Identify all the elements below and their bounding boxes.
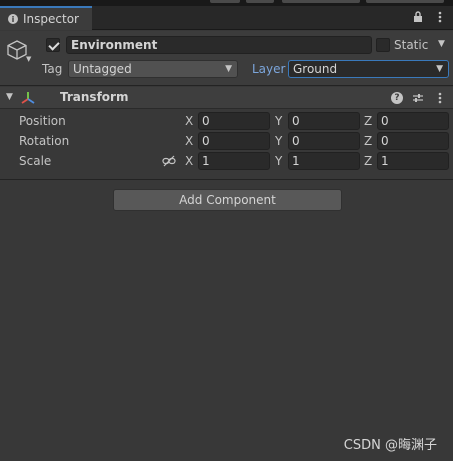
gameobject-header: ▼ Environment Static ▼ Tag Untagged ▼ La… [0, 31, 453, 86]
z-axis-label[interactable]: Z [364, 154, 372, 168]
icon-dropdown-arrow-icon[interactable]: ▼ [26, 55, 31, 63]
rotation-row: Rotation X 0 Y 0 Z 0 [0, 131, 453, 151]
active-checkbox[interactable] [46, 38, 60, 52]
transform-component-header[interactable]: ▼ Transform ? [0, 87, 453, 109]
y-axis-label[interactable]: Y [275, 154, 282, 168]
add-component-button[interactable]: Add Component [113, 189, 342, 211]
x-axis-label[interactable]: X [185, 154, 193, 168]
position-label: Position [19, 114, 66, 128]
static-label: Static [394, 38, 429, 52]
info-icon: i [8, 14, 18, 24]
position-z-field[interactable]: 0 [377, 112, 449, 130]
tag-dropdown[interactable]: Untagged ▼ [68, 60, 238, 78]
tag-value: Untagged [73, 62, 132, 76]
component-divider [0, 179, 453, 180]
layer-value: Ground [293, 62, 338, 76]
scale-y-field[interactable]: 1 [288, 152, 360, 170]
tab-label: Inspector [23, 12, 79, 26]
x-axis-label[interactable]: X [185, 134, 193, 148]
z-axis-label[interactable]: Z [364, 114, 372, 128]
toolbar-segment [210, 0, 240, 3]
rotation-z-field[interactable]: 0 [377, 132, 449, 150]
chevron-down-icon: ▼ [225, 64, 232, 74]
toolbar-segment [246, 0, 274, 3]
rotation-y-field[interactable]: 0 [288, 132, 360, 150]
scale-label: Scale [19, 154, 52, 168]
rotation-x-field[interactable]: 0 [198, 132, 270, 150]
transform-axes-icon [21, 92, 35, 104]
static-checkbox[interactable] [376, 38, 390, 52]
y-axis-label[interactable]: Y [275, 134, 282, 148]
tag-label: Tag [42, 62, 63, 76]
kebab-menu-icon[interactable] [433, 9, 447, 25]
layer-dropdown[interactable]: Ground ▼ [288, 60, 449, 78]
tab-bar: i Inspector [0, 6, 453, 30]
toolbar-segment [366, 0, 444, 3]
preset-sliders-icon[interactable] [411, 90, 425, 106]
tab-inspector[interactable]: i Inspector [0, 6, 92, 30]
z-axis-label[interactable]: Z [364, 134, 372, 148]
scale-x-field[interactable]: 1 [198, 152, 270, 170]
lock-icon[interactable] [411, 9, 425, 25]
gameobject-name-field[interactable]: Environment [66, 36, 372, 54]
position-x-field[interactable]: 0 [198, 112, 270, 130]
position-y-field[interactable]: 0 [288, 112, 360, 130]
toolbar-segment [282, 0, 360, 3]
static-dropdown-arrow-icon[interactable]: ▼ [438, 39, 445, 49]
rotation-label: Rotation [19, 134, 70, 148]
help-icon[interactable]: ? [391, 92, 403, 104]
constrain-proportions-link-icon[interactable] [162, 155, 176, 167]
watermark: CSDN @晦渊子 [343, 438, 437, 453]
chevron-down-icon: ▼ [436, 64, 443, 74]
position-row: Position X 0 Y 0 Z 0 [0, 111, 453, 131]
component-title: Transform [60, 90, 129, 104]
cube-icon[interactable] [6, 39, 28, 61]
x-axis-label[interactable]: X [185, 114, 193, 128]
y-axis-label[interactable]: Y [275, 114, 282, 128]
scale-row: Scale X 1 Y 1 Z 1 [0, 151, 453, 171]
layer-label: Layer [252, 62, 286, 76]
scale-z-field[interactable]: 1 [377, 152, 449, 170]
kebab-menu-icon[interactable] [433, 90, 447, 106]
foldout-arrow-icon[interactable]: ▼ [6, 92, 13, 102]
